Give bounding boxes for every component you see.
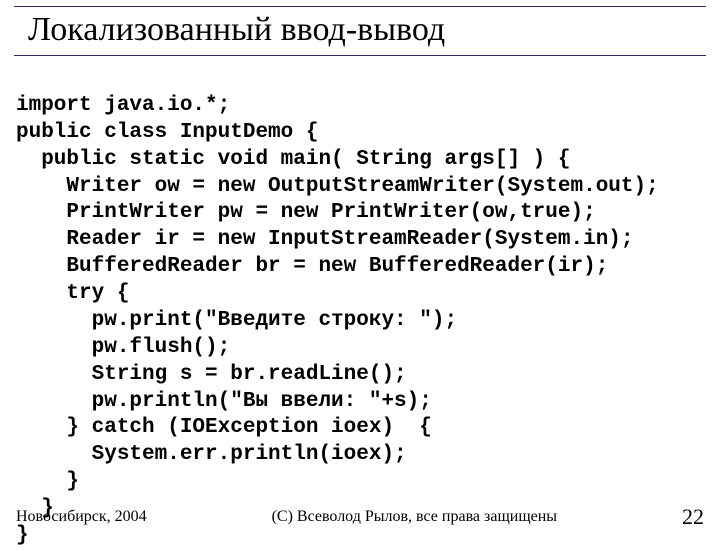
title-block: Локализованный ввод-вывод [14, 6, 706, 56]
rule-bottom [14, 55, 706, 56]
code-line: } catch (IOException ioex) { [16, 416, 432, 439]
footer-left: Новосибирск, 2004 [16, 508, 147, 526]
code-line: try { [16, 282, 129, 305]
code-line: pw.flush(); [16, 336, 230, 359]
code-line: String s = br.readLine(); [16, 363, 407, 386]
code-line: pw.print("Введите строку: "); [16, 309, 457, 332]
code-line: BufferedReader br = new BufferedReader(i… [16, 255, 608, 278]
rule-top [14, 6, 706, 7]
code-line: System.err.println(ioex); [16, 443, 407, 466]
title-row: Локализованный ввод-вывод [14, 9, 706, 53]
code-line: PrintWriter pw = new PrintWriter(ow,true… [16, 201, 596, 224]
code-line: import java.io.*; [16, 94, 230, 117]
code-line: public static void main( String args[] )… [16, 148, 571, 171]
footer-center: (С) Всеволод Рылов, все права защищены [147, 508, 682, 526]
code-block: import java.io.*; public class InputDemo… [16, 66, 704, 550]
code-line: Reader ir = new InputStreamReader(System… [16, 228, 634, 251]
code-line: pw.println("Вы ввели: "+s); [16, 390, 432, 413]
code-line: Writer ow = new OutputStreamWriter(Syste… [16, 175, 659, 198]
slide: Локализованный ввод-вывод import java.io… [0, 0, 720, 540]
footer: Новосибирск, 2004 (С) Всеволод Рылов, вс… [16, 504, 704, 530]
code-line: } [16, 470, 79, 493]
slide-title: Локализованный ввод-вывод [14, 9, 445, 53]
footer-page: 22 [682, 504, 704, 530]
code-line: public class InputDemo { [16, 121, 318, 144]
